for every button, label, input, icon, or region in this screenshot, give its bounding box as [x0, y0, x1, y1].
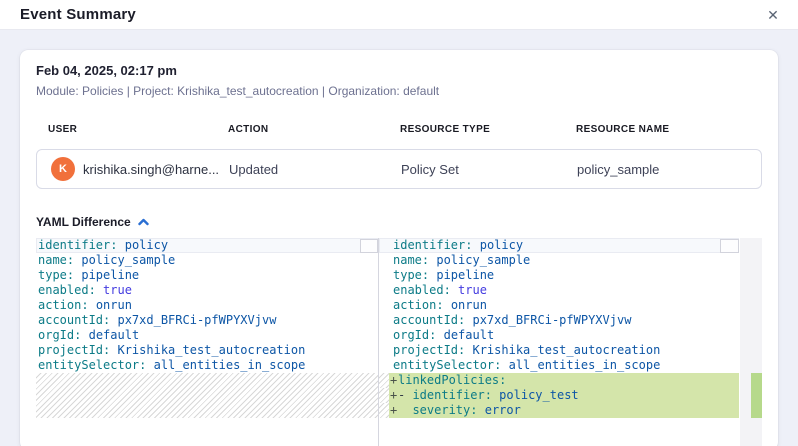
overview-added-mark: [751, 373, 762, 418]
event-timestamp: Feb 04, 2025, 02:17 pm: [36, 63, 762, 78]
added-line-hatch: [379, 373, 389, 388]
column-header-action: ACTION: [228, 124, 400, 135]
code-line: enabled: true: [379, 283, 739, 298]
column-header-resource-name: RESOURCE NAME: [576, 124, 762, 135]
column-header-user: USER: [36, 124, 228, 135]
code-line: identifier: policy: [36, 238, 378, 253]
event-summary-dialog: { "dialog": { "title": "Event Summary" }…: [0, 0, 798, 446]
code-line: type: pipeline: [379, 268, 739, 283]
dialog-title: Event Summary: [20, 0, 136, 29]
yaml-diff-editor: identifier: policyname: policy_sampletyp…: [36, 238, 762, 446]
yaml-difference-toggle[interactable]: YAML Difference: [36, 215, 171, 229]
code-line: orgId: default: [36, 328, 378, 343]
user-email: krishika.singh@harne...: [83, 162, 219, 177]
diff-left-pane[interactable]: identifier: policyname: policy_sampletyp…: [36, 238, 378, 446]
code-line: type: pipeline: [36, 268, 378, 283]
added-code-line: +- identifier: policy_test: [379, 388, 739, 403]
left-scrollbar-slider[interactable]: [360, 239, 378, 253]
chevron-up-icon: [138, 218, 149, 226]
code-line: accountId: px7xd_BFRCi-pfWPYXVjvw: [36, 313, 378, 328]
user-cell: K krishika.singh@harne...: [37, 157, 229, 181]
resource-name-cell: policy_sample: [577, 162, 761, 177]
right-scrollbar-slider[interactable]: [720, 239, 739, 253]
column-header-resource-type: RESOURCE TYPE: [400, 124, 576, 135]
code-line: enabled: true: [36, 283, 378, 298]
action-cell: Updated: [229, 162, 401, 177]
added-line-marker: +: [390, 388, 397, 403]
added-line-marker: +: [390, 373, 397, 388]
added-line-marker: +: [390, 403, 397, 418]
added-code-line: +linkedPolicies:: [379, 373, 739, 388]
code-line: projectId: Krishika_test_autocreation: [379, 343, 739, 358]
code-line: orgId: default: [379, 328, 739, 343]
code-line: projectId: Krishika_test_autocreation: [36, 343, 378, 358]
close-icon[interactable]: ✕: [762, 4, 784, 26]
diff-overview-ruler[interactable]: [740, 238, 762, 446]
code-line: name: policy_sample: [379, 253, 739, 268]
added-code-line: + severity: error: [379, 403, 739, 418]
code-line: action: onrun: [36, 298, 378, 313]
code-line: identifier: policy: [379, 238, 739, 253]
yaml-difference-label: YAML Difference: [36, 215, 131, 229]
resource-type-cell: Policy Set: [401, 162, 577, 177]
audit-table-header: USER ACTION RESOURCE TYPE RESOURCE NAME: [36, 124, 762, 135]
added-line-hatch: [379, 388, 389, 403]
code-line: entitySelector: all_entities_in_scope: [379, 358, 739, 373]
code-line: action: onrun: [379, 298, 739, 313]
dialog-header: Event Summary ✕: [0, 0, 798, 30]
avatar: K: [51, 157, 75, 181]
diff-placeholder-hatch: [36, 373, 378, 418]
event-summary-card: Feb 04, 2025, 02:17 pm Module: Policies …: [20, 50, 778, 446]
diff-right-pane[interactable]: identifier: policyname: policy_sampletyp…: [379, 238, 739, 446]
code-line: entitySelector: all_entities_in_scope: [36, 358, 378, 373]
audit-table-row: K krishika.singh@harne... Updated Policy…: [36, 149, 762, 189]
event-meta: Module: Policies | Project: Krishika_tes…: [36, 84, 762, 98]
code-line: name: policy_sample: [36, 253, 378, 268]
added-line-hatch: [379, 403, 389, 418]
code-line: accountId: px7xd_BFRCi-pfWPYXVjvw: [379, 313, 739, 328]
